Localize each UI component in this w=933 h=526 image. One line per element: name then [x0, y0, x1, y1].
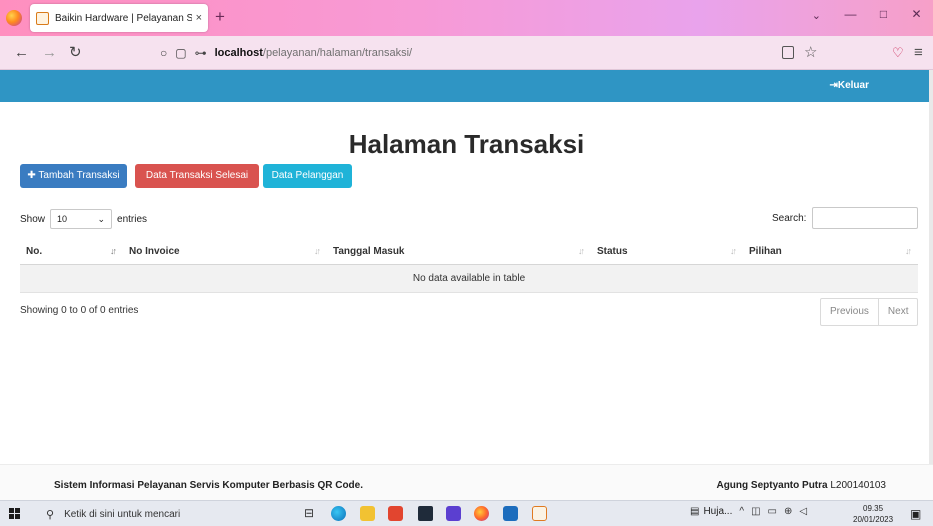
clock-date: 20/01/2023: [853, 515, 894, 524]
footer-author: Agung Septyanto Putra: [716, 480, 828, 491]
browser-tab-active[interactable]: Baikin Hardware | Pelayanan Se ×: [30, 4, 208, 32]
photos-icon[interactable]: [503, 506, 518, 521]
tab-close-icon[interactable]: ×: [196, 12, 202, 24]
page-title: Halaman Transaksi: [348, 129, 585, 159]
column-header-date-in[interactable]: Tanggal Masuk ↓↑: [327, 240, 591, 265]
edge-browser-icon[interactable]: [331, 506, 346, 521]
mail-icon[interactable]: [418, 506, 433, 521]
reader-view-icon[interactable]: [782, 46, 794, 59]
footer-nim: L200140103: [830, 480, 886, 491]
battery-icon[interactable]: ▭: [768, 506, 777, 517]
tracking-shield-icon[interactable]: ○: [160, 46, 167, 60]
app-icon[interactable]: [446, 506, 461, 521]
xampp-icon[interactable]: [532, 506, 547, 521]
sort-icon: ↓↑: [314, 246, 321, 256]
add-transaction-button[interactable]: ✚ Tambah Transaksi: [20, 164, 127, 188]
previous-page-button[interactable]: Previous: [821, 299, 878, 325]
browser-nav-bar: ← → ↻ ○ ▢ ⊶ localhost /pelayanan/halaman…: [0, 36, 933, 70]
sort-icon: ↓↑: [730, 246, 737, 256]
column-header-invoice[interactable]: No Invoice ↓↑: [123, 240, 327, 265]
show-label: Show: [20, 213, 46, 225]
sort-icon: ↓↑: [578, 246, 585, 256]
page-info-icon[interactable]: ▢: [175, 46, 186, 60]
app-header-bar: ⇥Keluar: [0, 70, 933, 102]
table-info: Showing 0 to 0 of 0 entries: [20, 305, 139, 316]
search-label: Search:: [772, 212, 807, 224]
customers-button[interactable]: Data Pelanggan: [263, 164, 352, 188]
close-window-button[interactable]: ✕: [900, 0, 933, 28]
key-icon[interactable]: ⊶: [195, 46, 207, 60]
entries-label: entries: [117, 213, 148, 225]
notification-icon[interactable]: ▣: [910, 507, 921, 521]
weather-label[interactable]: Huja...: [703, 506, 732, 517]
column-header-no[interactable]: No. ↓↑: [20, 240, 123, 265]
window-controls: — □ ✕: [834, 0, 933, 28]
entries-length-select[interactable]: 10 ⌄: [50, 209, 113, 229]
pagination: Previous Next: [820, 298, 919, 326]
next-page-button[interactable]: Next: [877, 299, 918, 325]
maximize-button[interactable]: □: [867, 0, 900, 28]
chevron-down-icon: ⌄: [97, 213, 106, 224]
pocket-icon[interactable]: ♡: [892, 45, 904, 61]
search-icon: ⚲: [46, 508, 55, 521]
entries-length-control: Show 10 ⌄ entries: [20, 209, 147, 229]
bookmark-star-icon[interactable]: ☆: [804, 43, 817, 61]
minimize-button[interactable]: —: [834, 0, 867, 28]
url-path: /pelayanan/halaman/transaksi/: [262, 47, 413, 59]
windows-start-icon[interactable]: [9, 508, 20, 519]
column-header-status[interactable]: Status ↓↑: [591, 240, 743, 265]
empty-table-message: No data available in table: [20, 264, 918, 293]
new-tab-button[interactable]: +: [215, 7, 225, 27]
site-favicon-icon: [36, 11, 49, 25]
hamburger-menu-icon[interactable]: ≡: [914, 44, 923, 61]
clock-time: 09.35: [863, 504, 884, 513]
sort-icon: ↓↑: [905, 246, 912, 256]
completed-transactions-button[interactable]: Data Transaksi Selesai: [135, 164, 259, 188]
back-arrow-icon[interactable]: ←: [14, 44, 29, 62]
taskbar-search-box[interactable]: ⚲ Ketik di sini untuk mencari: [38, 504, 276, 524]
weather-icon[interactable]: ▤: [690, 506, 699, 517]
network-icon[interactable]: ◫: [751, 506, 760, 517]
tab-title: Baikin Hardware | Pelayanan Se: [55, 12, 192, 24]
globe-icon[interactable]: ⊕: [784, 506, 792, 517]
address-bar[interactable]: ○ ▢ ⊶ localhost /pelayanan/halaman/trans…: [160, 40, 800, 66]
table-search: Search:: [772, 207, 919, 229]
column-header-options[interactable]: Pilihan ↓↑: [743, 240, 918, 265]
taskbar-clock[interactable]: 09.35 20/01/2023: [853, 503, 893, 525]
table-row-empty: No data available in table: [20, 264, 918, 293]
firefox-logo-icon: [6, 10, 22, 26]
entries-length-value: 10: [57, 214, 68, 224]
firefox-taskbar-icon[interactable]: [474, 506, 489, 521]
windows-taskbar: ⚲ Ketik di sini untuk mencari ⊟ ▤ Huja..…: [0, 500, 933, 526]
logout-link[interactable]: ⇥Keluar: [829, 80, 869, 91]
system-tray: ▤ Huja... ^ ◫ ▭ ⊕ ◁: [690, 506, 807, 517]
list-all-tabs-icon[interactable]: ⌄: [812, 9, 821, 22]
task-view-icon[interactable]: ⊟: [304, 506, 319, 521]
logout-label: Keluar: [837, 80, 869, 91]
office-icon[interactable]: [388, 506, 403, 521]
url-host: localhost: [214, 47, 263, 59]
forward-arrow-icon[interactable]: →: [42, 44, 57, 62]
plus-icon: ✚: [27, 170, 39, 181]
taskbar-search-placeholder: Ketik di sini untuk mencari: [64, 508, 181, 520]
file-explorer-icon[interactable]: [360, 506, 375, 521]
transactions-table: No. ↓↑ No Invoice ↓↑ Tanggal Masuk ↓↑ Statu…: [20, 240, 918, 293]
table-header-row: No. ↓↑ No Invoice ↓↑ Tanggal Masuk ↓↑ Statu…: [20, 240, 918, 265]
page-footer: Sistem Informasi Pelayanan Servis Komput…: [0, 464, 933, 500]
chevron-up-icon[interactable]: ^: [739, 506, 744, 517]
logout-icon: ⇥: [829, 80, 838, 91]
footer-system-name: Sistem Informasi Pelayanan Servis Komput…: [54, 480, 363, 491]
add-transaction-label: Tambah Transaksi: [38, 170, 120, 181]
browser-tab-bar: Baikin Hardware | Pelayanan Se × + ⌄ — □…: [0, 0, 933, 36]
sort-icon: ↓↑: [110, 246, 117, 256]
volume-icon[interactable]: ◁: [799, 506, 807, 517]
reload-icon[interactable]: ↻: [69, 44, 82, 62]
footer-credit: Agung Septyanto Putra L200140103: [716, 480, 886, 491]
search-input[interactable]: [812, 207, 919, 229]
